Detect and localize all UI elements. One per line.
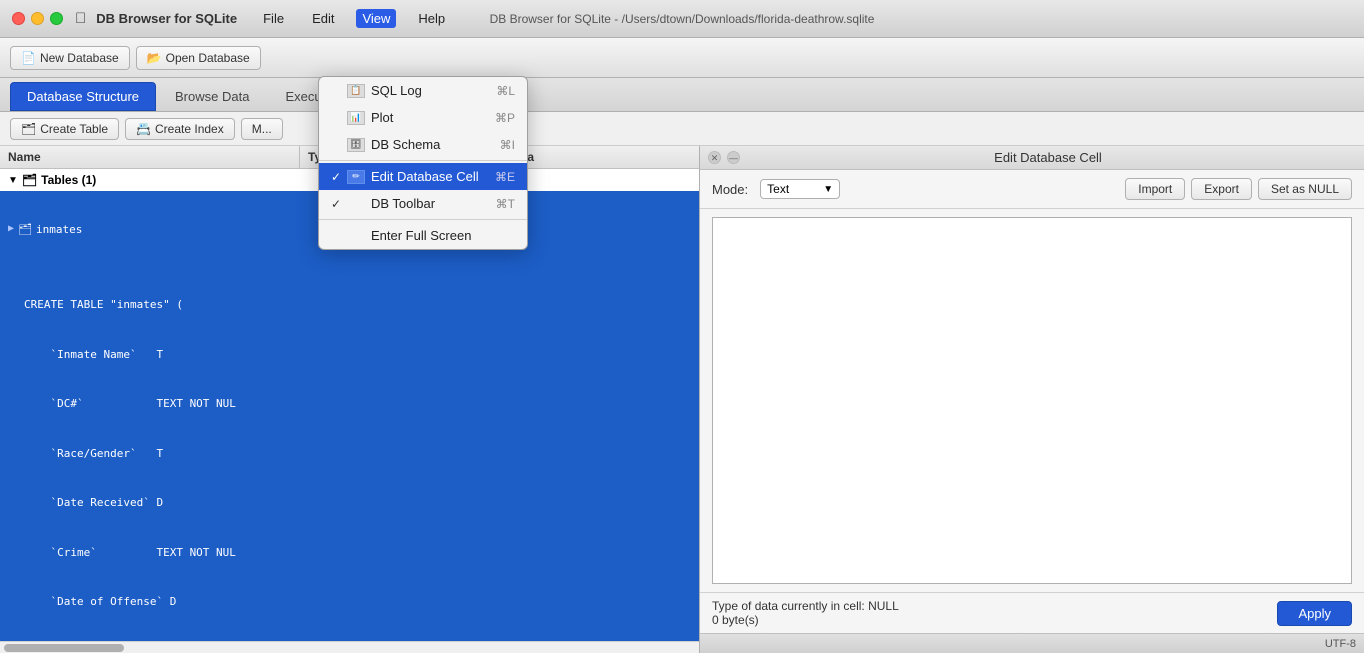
tabs-bar: Database Structure Browse Data Execute S…: [0, 78, 1364, 112]
cell-textarea[interactable]: [712, 217, 1352, 584]
table-icon: 🗂: [18, 223, 32, 236]
menu-help[interactable]: Help: [412, 9, 451, 28]
menu-item-sql-log[interactable]: 📋 SQL Log ⌘L: [319, 77, 527, 104]
sql-line-5: `Date Received` D: [24, 495, 691, 512]
tables-label: Tables (1): [41, 173, 96, 187]
window-title: DB Browser for SQLite - /Users/dtown/Dow…: [490, 12, 875, 26]
col-header-name: Name: [0, 146, 300, 168]
sql-line-6: `Crime` TEXT NOT NUL: [24, 545, 691, 562]
apple-icon: : [75, 10, 86, 27]
cell-size-info: 0 byte(s): [712, 613, 899, 627]
sql-line-7: `Date of Offense` D: [24, 594, 691, 611]
plot-icon: 📊: [347, 111, 365, 125]
mode-label: Mode:: [712, 182, 748, 197]
sql-log-icon: 📋: [347, 84, 365, 98]
view-dropdown-menu[interactable]: 📋 SQL Log ⌘L 📊 Plot ⌘P 🗄 DB Schema ⌘I ✓ …: [318, 76, 528, 250]
encoding-bar: UTF-8: [700, 633, 1364, 653]
sql-line-1: CREATE TABLE "inmates" (: [24, 297, 691, 314]
title-bar:  DB Browser for SQLite File Edit View H…: [0, 0, 1364, 38]
menu-item-plot[interactable]: 📊 Plot ⌘P: [319, 104, 527, 131]
db-schema-label: DB Schema: [371, 137, 440, 152]
right-panel-title: Edit Database Cell: [740, 150, 1356, 165]
close-button[interactable]: [12, 12, 25, 25]
triangle-down-icon: ▼: [8, 175, 18, 186]
apply-button[interactable]: Apply: [1277, 601, 1352, 626]
new-db-icon: 📄: [21, 51, 36, 65]
menu-file[interactable]: File: [257, 9, 290, 28]
traffic-lights: [12, 12, 63, 25]
open-db-icon: 📂: [147, 51, 162, 65]
plot-shortcut: ⌘P: [495, 111, 515, 125]
menu-item-db-toolbar[interactable]: ✓ DB Toolbar ⌘T: [319, 190, 527, 217]
action-bar: 🗂 Create Table 📇 Create Index M...: [0, 112, 1364, 146]
create-table-button[interactable]: 🗂 Create Table: [10, 118, 119, 140]
db-toolbar-shortcut: ⌘T: [496, 197, 515, 211]
edit-db-cell-check: ✓: [331, 170, 347, 184]
selected-sql-block[interactable]: ▶ 🗂 inmates CREATE TABLE "inmates" ( `In…: [0, 191, 699, 641]
menu-item-enter-full-screen[interactable]: Enter Full Screen: [319, 222, 527, 249]
full-screen-label: Enter Full Screen: [371, 228, 471, 243]
panel-minimize-icon[interactable]: —: [727, 151, 740, 164]
right-panel-actions: Import Export Set as NULL: [1125, 178, 1352, 200]
menu-bar: File Edit View Help: [257, 9, 451, 28]
more-button[interactable]: M...: [241, 118, 283, 140]
plot-label: Plot: [371, 110, 393, 125]
inmates-label: inmates: [36, 223, 82, 236]
footer-info: Type of data currently in cell: NULL 0 b…: [712, 599, 899, 627]
text-area-wrap: [700, 209, 1364, 592]
horizontal-scrollbar[interactable]: [0, 641, 699, 653]
right-panel-footer: Type of data currently in cell: NULL 0 b…: [700, 592, 1364, 633]
sql-log-label: SQL Log: [371, 83, 422, 98]
tab-browse-data[interactable]: Browse Data: [158, 82, 266, 111]
tables-icon: 🗂: [22, 173, 37, 187]
right-panel-toolbar: Mode: Text ▼ Import Export Set as NULL: [700, 170, 1364, 209]
sql-log-shortcut: ⌘L: [496, 84, 515, 98]
menu-view[interactable]: View: [356, 9, 396, 28]
minimize-button[interactable]: [31, 12, 44, 25]
open-database-button[interactable]: 📂 Open Database: [136, 46, 261, 70]
new-database-button[interactable]: 📄 New Database: [10, 46, 130, 70]
edit-db-cell-label: Edit Database Cell: [371, 169, 479, 184]
separator-2: [319, 219, 527, 220]
mode-select[interactable]: Text ▼: [760, 179, 840, 199]
scrollbar-thumb[interactable]: [4, 644, 124, 652]
db-toolbar-label: DB Toolbar: [371, 196, 435, 211]
edit-db-cell-icon: ✏: [347, 170, 365, 184]
sql-line-2: `Inmate Name` T: [24, 347, 691, 364]
main-content: Name Type Schema ▼ 🗂 Tables (1) ▶ 🗂 inma…: [0, 146, 1364, 653]
db-schema-shortcut: ⌘I: [500, 138, 515, 152]
chevron-down-icon: ▼: [823, 184, 833, 195]
app-name: DB Browser for SQLite: [96, 11, 237, 26]
sql-line-3: `DC#` TEXT NOT NUL: [24, 396, 691, 413]
set-null-button[interactable]: Set as NULL: [1258, 178, 1352, 200]
right-panel: ✕ — Edit Database Cell Mode: Text ▼ Impo…: [700, 146, 1364, 653]
import-button[interactable]: Import: [1125, 178, 1185, 200]
edit-db-cell-shortcut: ⌘E: [495, 170, 515, 184]
sql-line-4: `Race/Gender` T: [24, 446, 691, 463]
menu-edit[interactable]: Edit: [306, 9, 340, 28]
db-toolbar-check: ✓: [331, 197, 347, 211]
menu-item-edit-db-cell[interactable]: ✓ ✏ Edit Database Cell ⌘E: [319, 163, 527, 190]
create-index-icon: 📇: [136, 122, 151, 136]
mode-value: Text: [767, 182, 789, 196]
db-schema-icon: 🗄: [347, 138, 365, 152]
separator-1: [319, 160, 527, 161]
export-button[interactable]: Export: [1191, 178, 1252, 200]
tab-database-structure[interactable]: Database Structure: [10, 82, 156, 111]
maximize-button[interactable]: [50, 12, 63, 25]
create-index-button[interactable]: 📇 Create Index: [125, 118, 235, 140]
cell-type-info: Type of data currently in cell: NULL: [712, 599, 899, 613]
toolbar: 📄 New Database 📂 Open Database: [0, 38, 1364, 78]
encoding-label: UTF-8: [1325, 638, 1356, 650]
create-table-icon: 🗂: [21, 122, 36, 136]
panel-close-icon[interactable]: ✕: [708, 151, 721, 164]
menu-item-db-schema[interactable]: 🗄 DB Schema ⌘I: [319, 131, 527, 158]
